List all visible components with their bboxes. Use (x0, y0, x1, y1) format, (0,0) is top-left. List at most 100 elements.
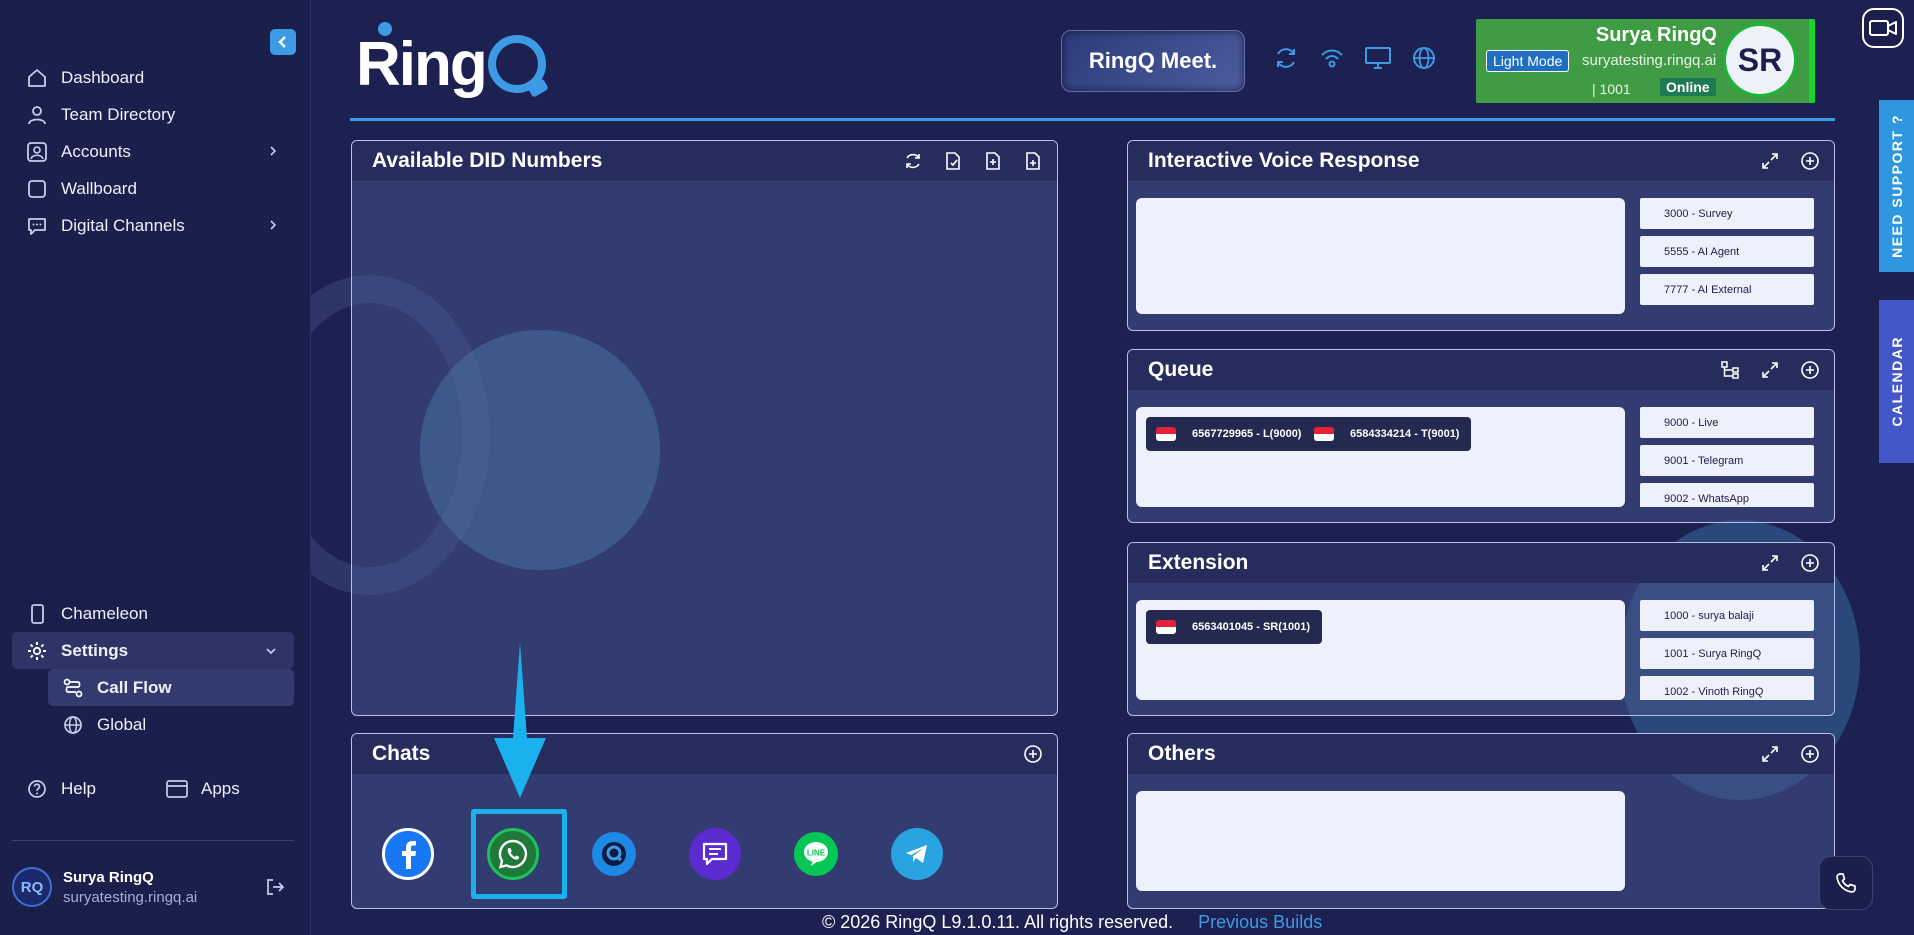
need-support-tab[interactable]: NEED SUPPORT ? (1879, 100, 1914, 272)
list-item[interactable]: 9000 - Live (1640, 407, 1814, 438)
export-doc-icon[interactable] (941, 149, 965, 173)
agent-status-card[interactable]: Surya RingQ Light Mode suryatesting.ring… (1476, 19, 1815, 103)
user-email: suryatesting.ringq.ai (63, 888, 198, 906)
user-card[interactable]: RQ Surya RingQ suryatesting.ringq.ai (12, 862, 294, 912)
chevron-right-icon (268, 217, 278, 237)
nav-label: Global (97, 714, 147, 734)
nav-team-directory[interactable]: Team Directory (12, 96, 294, 133)
logo-dot (378, 22, 392, 36)
did-chip[interactable]: 6567729965 - L(9000) (1146, 417, 1314, 451)
svg-text:LINE: LINE (807, 849, 826, 858)
list-item[interactable]: 9002 - WhatsApp (1640, 483, 1814, 507)
nav-call-flow[interactable]: Call Flow (48, 669, 294, 706)
nav-help[interactable]: Help (12, 770, 152, 807)
queue-drop-area[interactable]: 6567729965 - L(9000) 6584334214 - T(9001… (1136, 407, 1625, 507)
add-circle-icon[interactable] (1021, 742, 1045, 766)
nav-apps[interactable]: Apps (152, 770, 292, 807)
singapore-flag-icon (1156, 620, 1176, 634)
video-call-button[interactable] (1862, 8, 1904, 48)
status-extension: | 1001 (1592, 81, 1631, 97)
home-icon (24, 65, 50, 91)
status-user-name: Surya RingQ (1595, 24, 1717, 46)
add-doc-icon[interactable] (1021, 149, 1045, 173)
sms-icon[interactable] (689, 828, 741, 880)
light-mode-toggle[interactable]: Light Mode (1486, 50, 1570, 72)
nav-chameleon[interactable]: Chameleon (12, 595, 294, 632)
list-item[interactable]: 1001 - Surya RingQ (1640, 638, 1814, 669)
panel-header: Available DID Numbers (352, 141, 1057, 181)
list-item[interactable]: 9001 - Telegram (1640, 445, 1814, 476)
telegram-icon[interactable] (891, 828, 943, 880)
ringq-meet-button[interactable]: RingQ Meet. (1061, 30, 1245, 92)
expand-icon[interactable] (1758, 742, 1782, 766)
help-icon (24, 776, 50, 802)
panel-title: Available DID Numbers (372, 149, 603, 172)
ivr-drop-area[interactable] (1136, 198, 1625, 314)
list-item[interactable]: 5555 - AI Agent (1640, 236, 1814, 267)
collapse-sidebar-button[interactable] (270, 29, 296, 55)
apps-icon (164, 776, 190, 802)
help-apps-row: Help Apps (12, 770, 294, 807)
nav-settings[interactable]: Settings (12, 632, 294, 669)
logo-q-icon (487, 35, 546, 93)
did-chip[interactable]: 6563401045 - SR(1001) (1146, 610, 1323, 644)
ringq-logo: Ring (356, 22, 546, 104)
add-circle-icon[interactable] (1798, 742, 1822, 766)
singapore-flag-icon (1156, 427, 1176, 441)
add-circle-icon[interactable] (1798, 149, 1822, 173)
dialer-button[interactable] (1819, 856, 1873, 910)
nav-digital-channels[interactable]: Digital Channels (12, 207, 294, 244)
nav-dashboard[interactable]: Dashboard (12, 59, 294, 96)
language-globe-icon[interactable] (1410, 44, 1438, 72)
user-name: Surya RingQ (63, 868, 154, 886)
facebook-icon[interactable] (382, 828, 434, 880)
nav-label: Settings (61, 640, 129, 660)
previous-builds-link[interactable]: Previous Builds (1198, 912, 1322, 932)
line-icon[interactable]: LINE (794, 832, 838, 876)
nav-global[interactable]: Global (48, 706, 294, 743)
hierarchy-icon[interactable] (1718, 358, 1742, 382)
nav-wallboard[interactable]: Wallboard (12, 170, 294, 207)
add-circle-icon[interactable] (1798, 358, 1822, 382)
expand-icon[interactable] (1758, 358, 1782, 382)
monitor-icon[interactable] (1364, 44, 1392, 72)
chevron-down-icon (264, 642, 278, 662)
logout-icon[interactable] (264, 876, 286, 903)
list-item[interactable]: 3000 - Survey (1640, 198, 1814, 229)
calendar-tab[interactable]: CALENDAR (1879, 300, 1914, 463)
others-panel: Others (1127, 733, 1835, 909)
list-item[interactable]: 1002 - Vinoth RingQ (1640, 676, 1814, 700)
panel-header: Extension (1128, 543, 1834, 583)
status-host: suryatesting.ringq.ai (1582, 52, 1717, 69)
nav-accounts[interactable]: Accounts (12, 133, 294, 170)
list-item[interactable]: 7777 - AI External (1640, 274, 1814, 305)
sidebar-divider (12, 840, 294, 841)
nav-label: Dashboard (61, 67, 145, 87)
extension-drop-area[interactable]: 6563401045 - SR(1001) (1136, 600, 1625, 700)
panel-title: Extension (1148, 551, 1249, 574)
avatar[interactable]: SR (1723, 23, 1797, 97)
import-doc-icon[interactable] (981, 149, 1005, 173)
chip-label: 6567729965 - L(9000) (1192, 428, 1302, 440)
nav-label: Wallboard (61, 178, 137, 198)
did-chip[interactable]: 6584334214 - T(9001) (1304, 417, 1472, 451)
expand-icon[interactable] (1758, 149, 1782, 173)
nav-label: Accounts (61, 141, 131, 161)
singapore-flag-icon (1314, 427, 1334, 441)
chip-label: 6584334214 - T(9001) (1350, 428, 1460, 440)
panel-title: Others (1148, 742, 1216, 765)
refresh-icon[interactable] (901, 149, 925, 173)
status-badge[interactable]: Online (1660, 78, 1716, 96)
add-circle-icon[interactable] (1798, 551, 1822, 575)
list-item[interactable]: 1000 - surya balaji (1640, 600, 1814, 631)
wifi-icon[interactable] (1318, 44, 1346, 72)
header-divider (350, 118, 1835, 121)
extension-list: 1000 - surya balaji 1001 - Surya RingQ 1… (1640, 600, 1814, 700)
others-drop-area[interactable] (1136, 791, 1625, 891)
calendar-label: CALENDAR (1888, 336, 1905, 427)
refresh-icon[interactable] (1272, 44, 1300, 72)
ringq-chat-icon[interactable] (592, 832, 636, 876)
globe-icon (60, 712, 86, 738)
expand-icon[interactable] (1758, 551, 1782, 575)
avatar: RQ (12, 867, 52, 907)
